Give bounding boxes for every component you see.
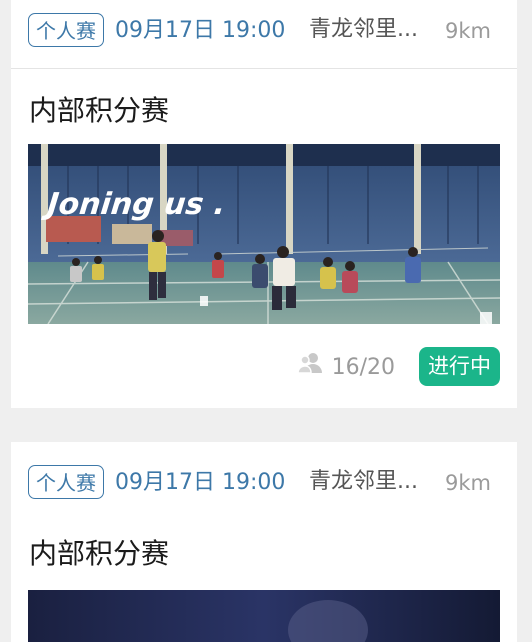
participants-text: 16/20 [331, 354, 395, 380]
event-datetime: 09月17日 19:00 [115, 18, 286, 43]
event-title: 内部积分赛 [29, 94, 170, 127]
event-image [28, 590, 500, 642]
event-venue: 青龙邻里... [309, 17, 418, 42]
event-type-badge: 个人赛 [28, 465, 104, 499]
event-venue: 青龙邻里... [309, 469, 418, 494]
event-card[interactable]: 个人赛 09月17日 19:00 青龙邻里... 9km 内部积分赛 [11, 442, 517, 642]
event-card-header: 个人赛 09月17日 19:00 青龙邻里... 9km [11, 0, 517, 69]
event-photo[interactable] [28, 590, 500, 642]
event-card[interactable]: 个人赛 09月17日 19:00 青龙邻里... 9km 内部积分赛 [11, 0, 517, 408]
event-title: 内部积分赛 [29, 537, 170, 570]
event-distance: 9km [445, 471, 491, 495]
photo-caption-text: Joning us . [41, 187, 227, 222]
event-card-header: 个人赛 09月17日 19:00 青龙邻里... 9km [11, 442, 517, 520]
participants-count: 16/20 [296, 352, 395, 383]
event-datetime: 09月17日 19:00 [115, 470, 286, 495]
group-people-icon [296, 352, 322, 383]
event-distance: 9km [445, 19, 491, 43]
badminton-court-image: Joning us . [28, 144, 500, 324]
event-type-badge: 个人赛 [28, 13, 104, 47]
status-badge: 进行中 [419, 347, 500, 386]
event-photo[interactable]: Joning us . [28, 144, 500, 324]
